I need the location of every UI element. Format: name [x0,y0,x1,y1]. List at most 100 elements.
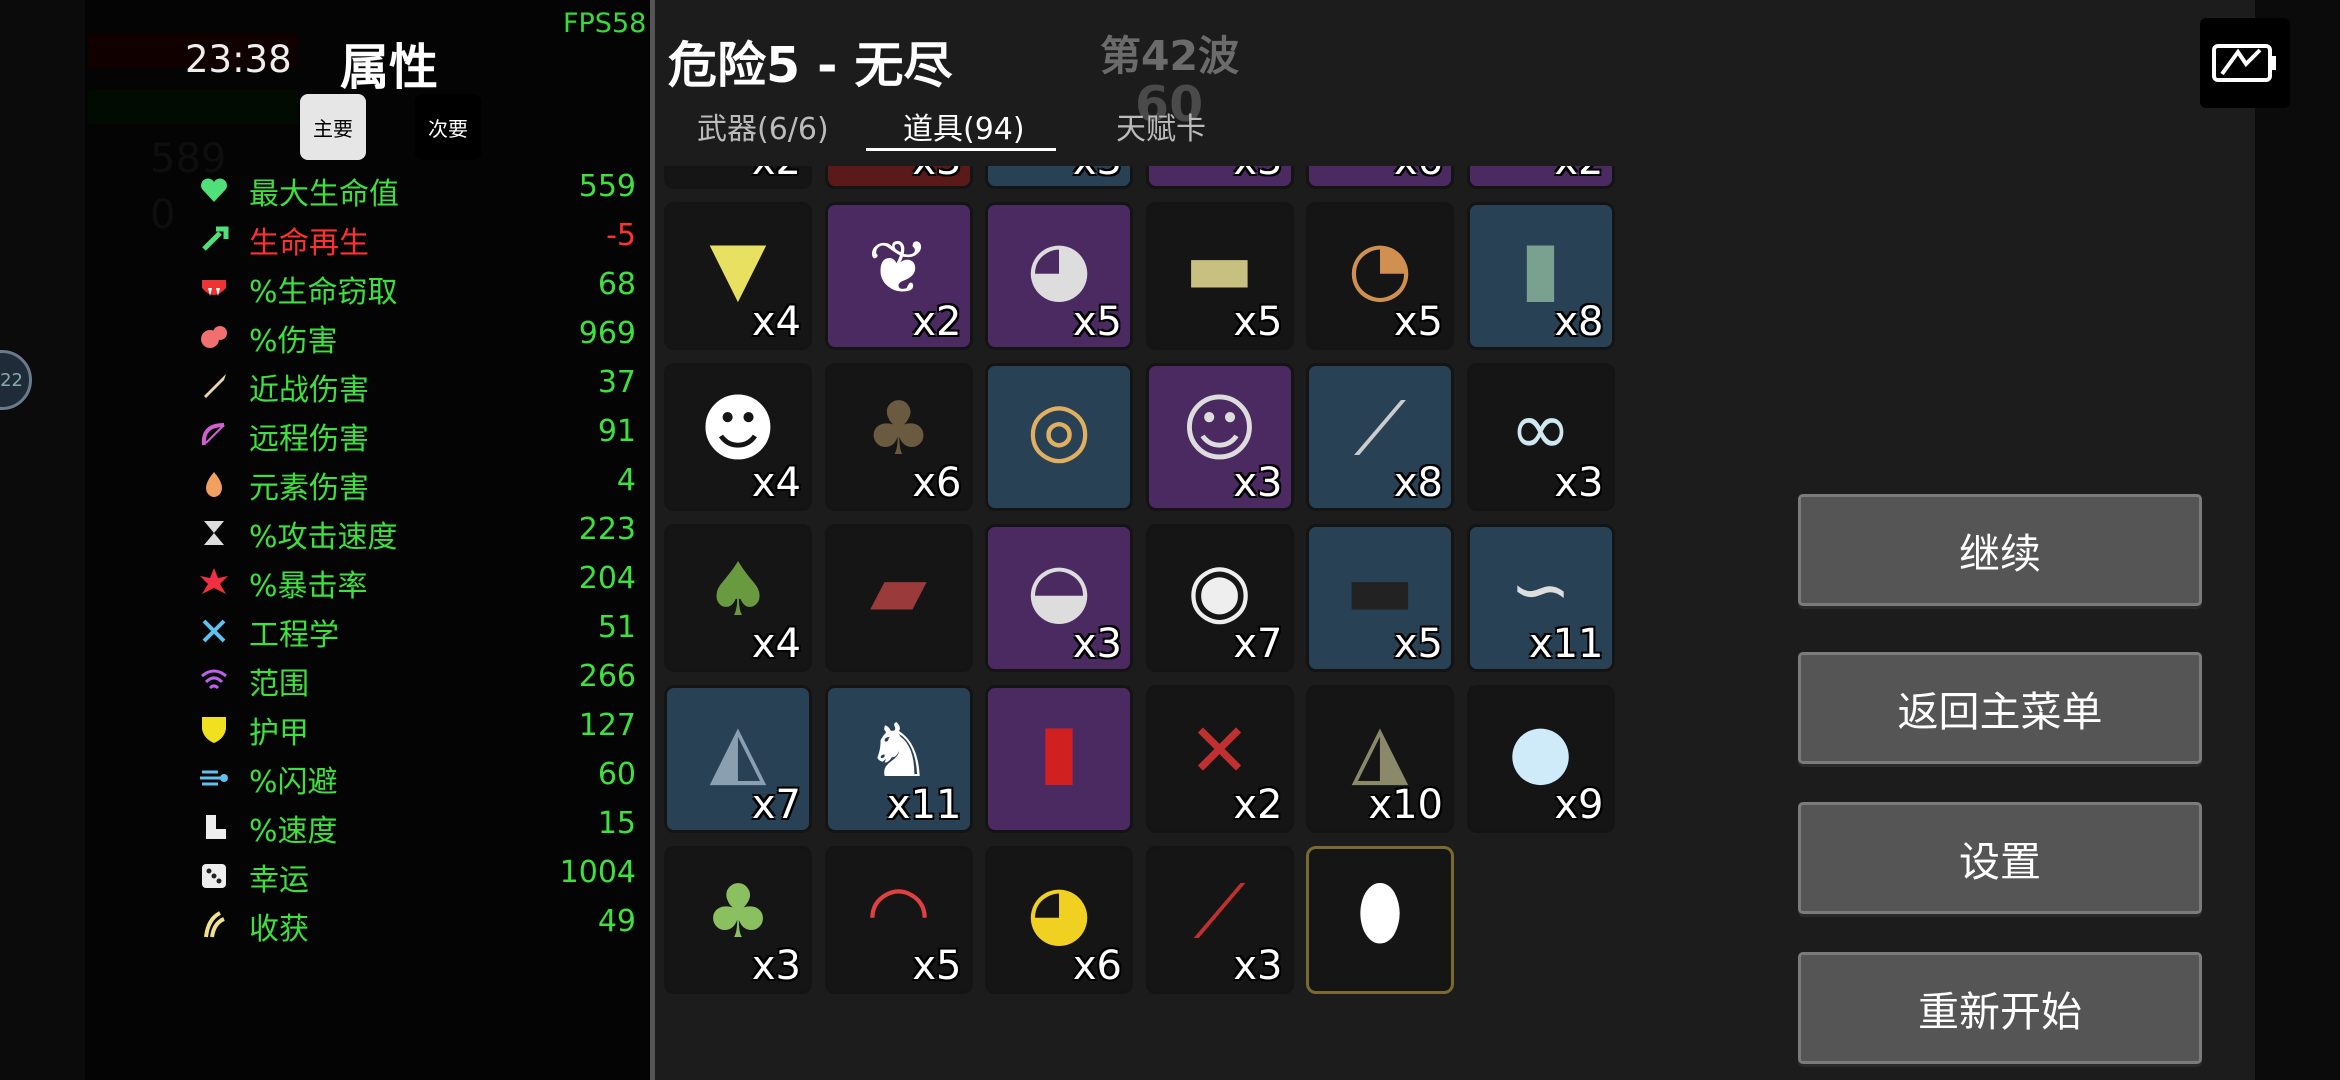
stat-name: 生命再生 [249,226,369,261]
inventory-item[interactable]: ◖x2 [664,166,812,189]
item-count: x5 [1233,299,1283,345]
dodge-icon [200,770,228,786]
dice-icon [202,864,226,888]
inventory-item[interactable]: ▼ x4 [664,202,812,350]
stat-row: %暴击率 204 [198,559,636,605]
fangs-icon [202,280,226,296]
inventory-item[interactable]: ▰x6 [1306,166,1454,189]
boot-icon [206,815,226,839]
inventory-item[interactable]: ❦ x2 [824,202,973,350]
item-count: x5 [1072,299,1122,345]
inventory-item[interactable]: ▰ [824,524,973,672]
stat-row: 近战伤害 37 [198,363,636,409]
stat-value: 51 [597,610,636,645]
stat-name: %速度 [249,814,338,849]
inventory-item[interactable]: ∽ x11 [1466,524,1615,672]
stat-name: %攻击速度 [249,520,398,555]
item-count: x4 [751,460,801,506]
stat-value: 37 [597,365,636,400]
item-count: x8 [1554,299,1604,345]
item-count: x7 [1233,621,1283,667]
stat-value: 91 [597,414,636,449]
item-grid-viewport[interactable]: ◖x2▲x3⛟x3◓x3▰x6●x2▼x4❦x2◕x5▬x5◔x5▮x8☻x4♣… [664,166,1634,1046]
inventory-item[interactable]: ▬ x5 [1145,202,1294,350]
stat-value: 4 [616,463,636,498]
stat-name: 近战伤害 [249,373,369,408]
inventory-item[interactable]: ♣ x6 [824,363,973,511]
item-count: x5 [1393,299,1443,345]
inventory-item[interactable]: ◔ x5 [1306,202,1454,350]
inventory-item[interactable]: ✕ x2 [1145,685,1294,833]
tab-secondary-stats[interactable]: 次要 [415,94,481,160]
inventory-item[interactable]: ♞ x11 [824,685,973,833]
tab-items[interactable]: 道具(94) [903,104,1025,148]
fps-counter: FPS58 [563,8,647,39]
inventory-item[interactable]: ⬮ [1306,846,1454,994]
stat-value: 60 [597,757,636,792]
tab-primary-stats[interactable]: 主要 [300,94,366,160]
item-count: x3 [1233,943,1283,989]
item-count: x4 [751,621,801,667]
bow-icon [201,423,225,446]
stat-row: %伤害 969 [198,314,636,360]
inventory-item[interactable]: ▲x3 [824,166,973,189]
inventory-item[interactable]: ◒ x3 [985,524,1133,672]
settings-button[interactable]: 设置 [1798,802,2202,914]
item-count: x9 [1554,782,1604,828]
hourglass-icon [204,521,224,545]
inventory-item[interactable]: ◓x3 [1145,166,1294,189]
item-count: x6 [912,460,962,506]
main-menu-button[interactable]: 返回主菜单 [1798,652,2202,764]
wave-label: 第42波 [1100,32,1240,80]
item-count: x2 [1233,782,1283,828]
stat-row: 最大生命值 559 [198,167,636,213]
tab-talents[interactable]: 天赋卡 [1116,104,1206,148]
inventory-item[interactable]: ⛟x3 [985,166,1133,189]
inventory-item[interactable]: ◠ x5 [824,846,973,994]
stat-value: 969 [578,316,636,351]
battery-icon [2200,18,2290,108]
inventory-item[interactable]: ● x9 [1466,685,1615,833]
inventory-item[interactable]: ▮ x8 [1466,202,1615,350]
inventory-item[interactable]: ♣ x3 [664,846,812,994]
stat-name: %闪避 [249,765,338,800]
restart-button[interactable]: 重新开始 [1798,952,2202,1064]
inventory-item[interactable]: ∞ x3 [1466,363,1615,511]
inventory-item[interactable]: ▮ [985,685,1133,833]
inventory-item[interactable]: ⟋ x8 [1306,363,1454,511]
inventory-item[interactable]: ☺ x3 [1145,363,1294,511]
inventory-item[interactable]: ◮ x10 [1306,685,1454,833]
stats-title: 属性 [340,39,439,96]
stat-value: 559 [578,169,636,204]
edge-badge: 22 [0,350,32,410]
stat-row: %速度 15 [198,804,636,850]
stat-name: 幸运 [249,863,309,898]
inventory-item[interactable]: ◎ [985,363,1133,511]
meat-icon: ▰ [870,547,927,633]
inventory-item[interactable]: ⟋ x3 [1145,846,1294,994]
inventory-item[interactable]: ☻ x4 [664,363,812,511]
inventory-item[interactable]: ◕ x5 [985,202,1133,350]
inventory-item[interactable]: ♠ x4 [664,524,812,672]
stat-value: 68 [597,267,636,302]
inventory-item[interactable]: ◕ x6 [985,846,1133,994]
stat-row: 幸运 1004 [198,853,636,899]
inventory-item[interactable]: ◭ x7 [664,685,812,833]
inventory-item[interactable]: ●x2 [1466,166,1615,189]
stat-name: 最大生命值 [249,177,399,212]
item-count: x3 [912,166,961,184]
item-count: x7 [751,782,801,828]
stat-value: 127 [578,708,636,743]
stat-name: 工程学 [249,618,339,653]
range-icon [201,669,227,690]
item-count: x3 [1233,460,1283,506]
stat-row: 生命再生 -5 [198,216,636,262]
continue-button[interactable]: 继续 [1798,494,2202,606]
inventory-item[interactable]: ◉ x7 [1145,524,1294,672]
panel-divider [650,0,655,1080]
run-title: 危险5 - 无尽 [668,37,953,94]
flame-icon [206,472,222,497]
tab-weapons[interactable]: 武器(6/6) [697,104,829,148]
stat-row: 收获 49 [198,902,636,948]
inventory-item[interactable]: ▬ x5 [1306,524,1454,672]
